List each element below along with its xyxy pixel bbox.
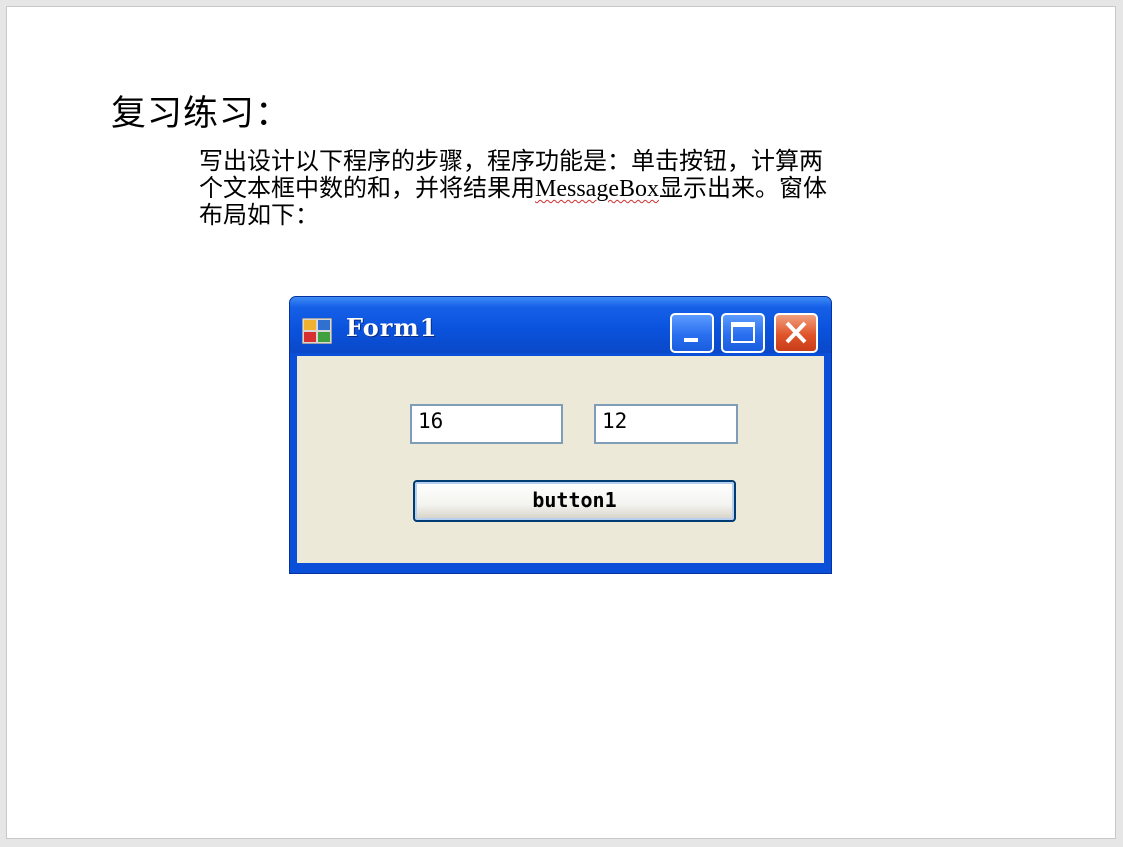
close-icon xyxy=(785,321,807,344)
instruction-line-3: 布局如下： xyxy=(199,203,319,229)
minimize-button[interactable] xyxy=(670,313,714,353)
maximize-button[interactable] xyxy=(721,313,765,353)
app-icon xyxy=(302,318,332,344)
form-window: Form1 16 12 button1 xyxy=(289,296,832,574)
textbox-2[interactable]: 12 xyxy=(594,404,738,444)
window-title: Form1 xyxy=(346,313,438,342)
maximize-icon xyxy=(731,322,755,343)
instruction-line-1: 写出设计以下程序的步骤，程序功能是：单击按钮，计算两 xyxy=(199,149,823,175)
minimize-icon xyxy=(684,338,698,342)
slide: 复习练习： 写出设计以下程序的步骤，程序功能是：单击按钮，计算两 个文本框中数的… xyxy=(6,6,1116,839)
close-button[interactable] xyxy=(774,313,818,353)
instruction-line-2-start: 个文本框中数的和，并将结果用 xyxy=(199,176,535,202)
instruction-line-2: 个文本框中数的和，并将结果用MessageBox显示出来。窗体 xyxy=(199,176,939,203)
button1[interactable]: button1 xyxy=(413,480,736,522)
messagebox-term: MessageBox xyxy=(535,176,659,202)
textbox-1[interactable]: 16 xyxy=(410,404,563,444)
instruction-text: 写出设计以下程序的步骤，程序功能是：单击按钮，计算两 个文本框中数的和，并将结果… xyxy=(199,149,939,230)
slide-title: 复习练习： xyxy=(111,94,292,134)
form-client-area: 16 12 button1 xyxy=(297,356,824,563)
instruction-line-2-end: 显示出来。窗体 xyxy=(658,176,827,202)
window-titlebar[interactable]: Form1 xyxy=(290,297,831,353)
